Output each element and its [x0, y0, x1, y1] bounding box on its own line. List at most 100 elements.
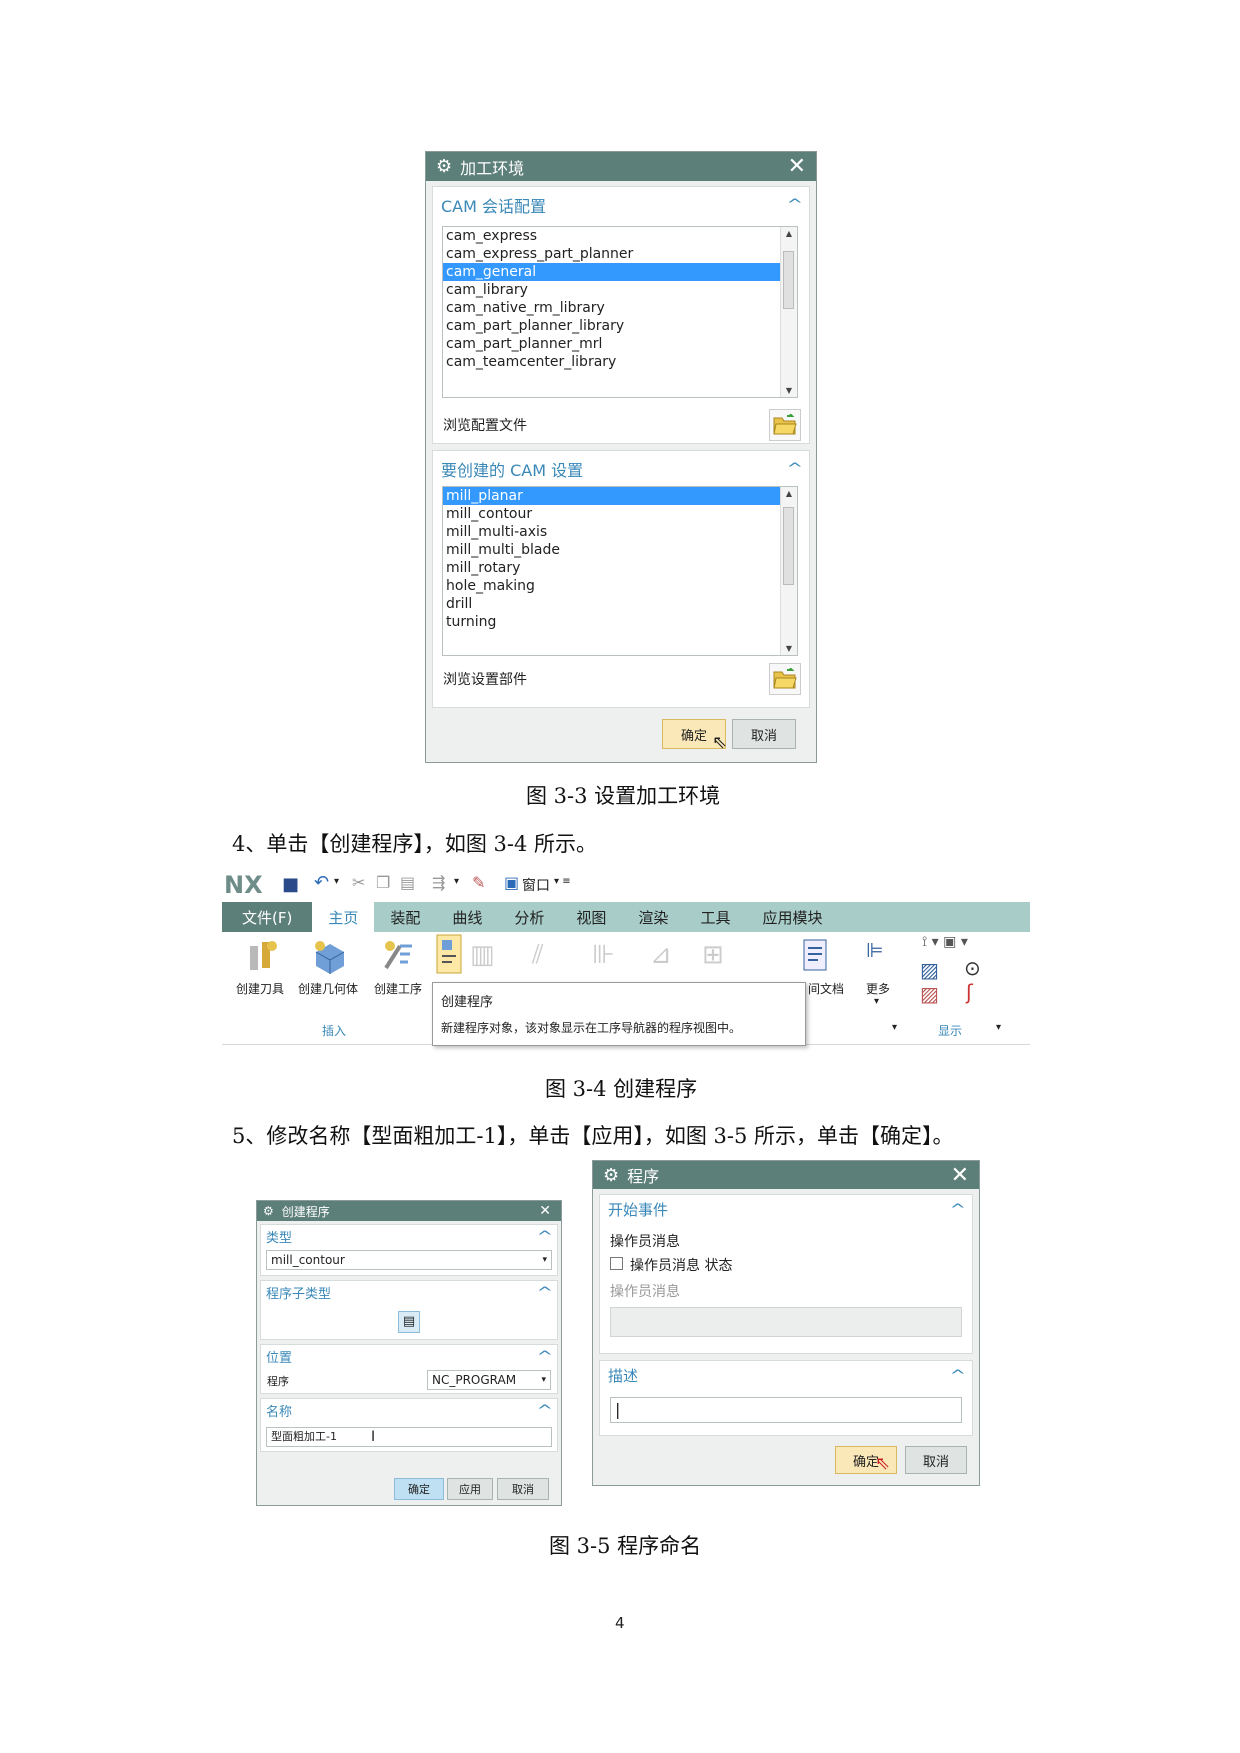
list-item[interactable]: mill_multi-axis: [443, 523, 797, 541]
dropdown-icon[interactable]: ▾: [334, 876, 339, 887]
save-icon[interactable]: ■: [282, 874, 299, 895]
program-subtype-icon[interactable]: ▤: [398, 1311, 420, 1333]
section-header[interactable]: 描述 ^: [608, 1365, 966, 1386]
name-input[interactable]: 型面粗加工-1 I: [266, 1427, 552, 1447]
list-item[interactable]: cam_express: [443, 227, 797, 245]
list-item[interactable]: mill_planar: [443, 487, 797, 505]
shop-doc-label[interactable]: 间文档: [808, 980, 844, 997]
list-item[interactable]: mill_contour: [443, 505, 797, 523]
undo-icon[interactable]: ↶: [314, 872, 329, 893]
list-item[interactable]: cam_teamcenter_library: [443, 353, 797, 371]
collapse-caret-icon[interactable]: ^: [787, 461, 803, 477]
file-menu-tab[interactable]: 文件(F): [222, 902, 313, 932]
list-item[interactable]: cam_part_planner_library: [443, 317, 797, 335]
list-item[interactable]: cam_express_part_planner: [443, 245, 797, 263]
cancel-button[interactable]: 取消: [732, 719, 796, 749]
ribbon-tab[interactable]: 视图: [560, 902, 622, 932]
apply-button[interactable]: 应用: [447, 1478, 493, 1500]
create-operation-label[interactable]: 创建工序: [374, 980, 422, 997]
dropdown-icon[interactable]: ▾: [874, 996, 879, 1007]
scroll-thumb[interactable]: [783, 507, 794, 585]
scrollbar[interactable]: ▲ ▼: [780, 227, 797, 397]
cancel-button[interactable]: 取消: [905, 1446, 967, 1474]
dropdown-icon[interactable]: ▾: [454, 876, 459, 887]
paste-icon[interactable]: ▤: [400, 873, 415, 892]
create-operation-icon[interactable]: [380, 938, 416, 974]
section-header[interactable]: 名称 ^: [266, 1401, 553, 1421]
list-item[interactable]: mill_multi_blade: [443, 541, 797, 559]
close-icon[interactable]: ✕: [788, 154, 806, 179]
collapse-caret-icon[interactable]: ^: [537, 1285, 553, 1301]
create-geometry-icon[interactable]: [310, 938, 348, 974]
target-icon[interactable]: ⊙: [964, 956, 981, 980]
description-input[interactable]: |: [610, 1397, 962, 1423]
repeat-command-icon[interactable]: ⇶: [432, 873, 445, 892]
scroll-thumb[interactable]: [783, 251, 794, 309]
scroll-down-icon[interactable]: ▼: [781, 644, 797, 653]
collapse-caret-icon[interactable]: ^: [537, 1349, 553, 1365]
display-icon[interactable]: ▨: [920, 958, 939, 982]
dropdown-icon[interactable]: ▾: [892, 1022, 897, 1033]
list-item[interactable]: drill: [443, 595, 797, 613]
type-select[interactable]: mill_contour ▾: [266, 1250, 552, 1270]
ribbon-tab[interactable]: 应用模块: [746, 902, 838, 932]
collapse-caret-icon[interactable]: ^: [787, 197, 803, 213]
ribbon-tab[interactable]: 主页: [312, 902, 375, 932]
dropdown-icon[interactable]: ▾ ≡: [554, 876, 571, 887]
shop-doc-icon[interactable]: [802, 938, 832, 974]
window-icon[interactable]: ▣: [504, 873, 519, 892]
dropdown-icon[interactable]: ▾: [542, 1251, 547, 1269]
display-icon[interactable]: ▨: [920, 982, 939, 1006]
ribbon-tab[interactable]: 工具: [684, 902, 746, 932]
copy-icon[interactable]: ❐: [376, 873, 390, 892]
scrollbar[interactable]: ▲ ▼: [780, 487, 797, 655]
close-icon[interactable]: ✕: [951, 1163, 969, 1188]
create-program-icon[interactable]: [436, 934, 462, 974]
ribbon-tab[interactable]: 曲线: [436, 902, 498, 932]
ok-button[interactable]: 确定: [394, 1478, 444, 1500]
section-header[interactable]: 要创建的 CAM 设置 ^: [441, 457, 803, 481]
scroll-up-icon[interactable]: ▲: [781, 489, 797, 498]
curve-icon[interactable]: ʃ: [966, 980, 973, 1004]
cut-icon[interactable]: ✂: [352, 873, 365, 892]
list-item[interactable]: cam_library: [443, 281, 797, 299]
program-select[interactable]: NC_PROGRAM ▾: [427, 1370, 551, 1390]
scroll-up-icon[interactable]: ▲: [781, 229, 797, 238]
ribbon-tab[interactable]: 装配: [374, 902, 436, 932]
collapse-caret-icon[interactable]: ^: [950, 1368, 966, 1384]
close-icon[interactable]: ✕: [539, 1203, 551, 1219]
create-geometry-label[interactable]: 创建几何体: [298, 980, 358, 997]
collapse-caret-icon[interactable]: ^: [537, 1403, 553, 1419]
window-menu[interactable]: 窗口: [522, 875, 550, 895]
cancel-button[interactable]: 取消: [497, 1478, 549, 1500]
create-tool-icon[interactable]: [244, 938, 280, 974]
dropdown-icon[interactable]: ▾: [541, 1371, 546, 1389]
config-listbox[interactable]: cam_express cam_express_part_planner cam_g…: [442, 226, 798, 398]
more-label[interactable]: 更多: [866, 980, 890, 997]
open-folder-icon[interactable]: [769, 663, 801, 695]
ribbon-tab[interactable]: 分析: [498, 902, 560, 932]
list-item[interactable]: cam_native_rm_library: [443, 299, 797, 317]
list-item[interactable]: hole_making: [443, 577, 797, 595]
list-item[interactable]: turning: [443, 613, 797, 631]
section-header[interactable]: 开始事件 ^: [608, 1199, 966, 1220]
setup-listbox[interactable]: mill_planar mill_contour mill_multi-axis mi…: [442, 486, 798, 656]
scroll-down-icon[interactable]: ▼: [781, 386, 797, 395]
display-toolbar-icon[interactable]: ⟟ ▾ ▣ ▾: [922, 934, 968, 950]
create-tool-label[interactable]: 创建刀具: [236, 980, 284, 997]
list-item[interactable]: mill_rotary: [443, 559, 797, 577]
collapse-caret-icon[interactable]: ^: [950, 1202, 966, 1218]
touch-mode-icon[interactable]: ✎: [472, 873, 485, 892]
list-item[interactable]: cam_part_planner_mrl: [443, 335, 797, 353]
section-header[interactable]: 位置 ^: [266, 1347, 553, 1367]
dropdown-icon[interactable]: ▾: [996, 1022, 1001, 1033]
ribbon-tab[interactable]: 渲染: [622, 902, 684, 932]
section-header[interactable]: 程序子类型 ^: [266, 1283, 553, 1303]
collapse-caret-icon[interactable]: ^: [537, 1229, 553, 1245]
more-icon[interactable]: ⊫: [866, 938, 883, 962]
section-header[interactable]: CAM 会话配置 ^: [441, 193, 803, 217]
open-folder-icon[interactable]: [769, 409, 801, 441]
section-header[interactable]: 类型 ^: [266, 1227, 553, 1247]
operator-message-checkbox[interactable]: [610, 1257, 623, 1270]
list-item[interactable]: cam_general: [443, 263, 797, 281]
